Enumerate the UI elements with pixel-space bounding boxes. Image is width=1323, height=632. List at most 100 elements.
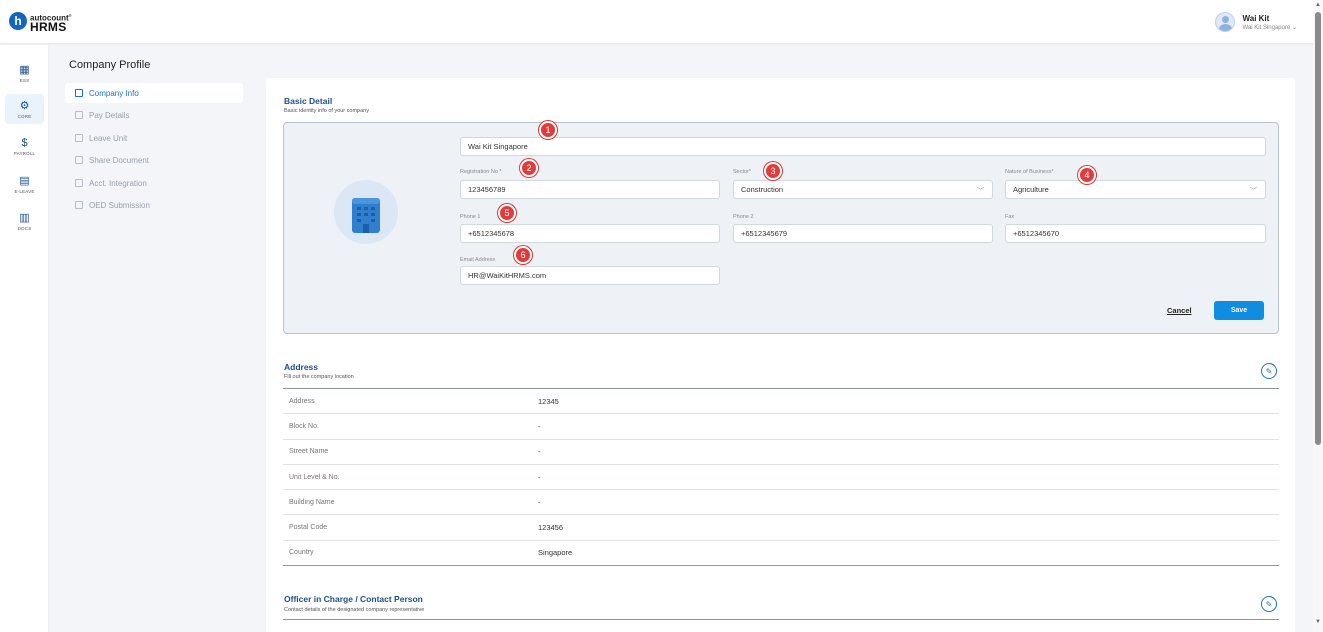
address-table: Address 12345 Block No. - Street Name - …	[283, 388, 1279, 567]
subnav-acct-integration[interactable]: Acct. Integration	[65, 173, 243, 193]
scrollbar[interactable]: ▲ ▼	[1313, 0, 1323, 632]
table-row: Unit Level & No. -	[283, 465, 1279, 491]
divider	[283, 619, 1279, 620]
sector-label: Sector*	[733, 169, 752, 175]
sector-select[interactable]: Construction ﹀	[733, 180, 993, 199]
address-row-value: -	[538, 497, 541, 507]
pay-icon	[75, 111, 83, 119]
basic-detail-title: Basic Detail	[284, 96, 333, 106]
logo-registered-mark: ®	[68, 13, 72, 18]
subnav-label: Company Info	[89, 88, 139, 98]
address-row-value: 123456	[538, 523, 564, 533]
edit-address-button[interactable]: ✎	[1261, 363, 1277, 379]
subnav-pay-details[interactable]: Pay Details	[65, 105, 243, 125]
nav-core[interactable]: ⚙ CORE	[5, 94, 44, 124]
share-icon	[75, 156, 83, 164]
document-icon: ▥	[19, 211, 30, 224]
app-logo[interactable]: h autocount® HRMS	[9, 11, 72, 34]
nav-label: PAYROLL	[13, 150, 36, 156]
leave-icon	[75, 134, 83, 142]
integration-icon	[75, 179, 83, 187]
edit-officer-button[interactable]: ✎	[1261, 596, 1277, 612]
registration-no-input[interactable]: 123456789	[460, 180, 720, 199]
annotation-marker-3: 3	[764, 162, 782, 180]
phone2-label: Phone 2	[733, 214, 754, 220]
address-row-value: -	[538, 447, 541, 457]
nav-docs[interactable]: ▥ DOCS	[5, 206, 44, 236]
table-row: Country Singapore	[283, 541, 1279, 567]
nav-label: ESS	[19, 77, 30, 83]
address-row-label: Postal Code	[289, 524, 328, 532]
subnav-share-document[interactable]: Share Document	[65, 150, 243, 170]
nature-of-business-label: Nature of Business*	[1005, 169, 1054, 175]
company-name-input[interactable]: Wai Kit Singapore	[460, 137, 1266, 156]
company-logo[interactable]	[334, 180, 398, 244]
page-title: Company Profile	[69, 59, 151, 71]
scroll-down-icon[interactable]: ▼	[1315, 619, 1321, 625]
submission-icon	[75, 201, 83, 209]
top-bar: h autocount® HRMS Wai Kit Wai Kit Singap…	[0, 0, 1313, 44]
core-icon: ⚙	[19, 99, 30, 112]
module-sidebar: ▦ ESS ⚙ CORE $ PAYROLL ▤ E-LEAVE ▥ DOCS	[0, 45, 49, 632]
subnav-label: Acct. Integration	[89, 178, 147, 188]
save-button[interactable]: Save	[1214, 301, 1264, 320]
building-icon	[352, 198, 380, 233]
chevron-down-icon: ﹀	[1250, 188, 1257, 195]
subnav-label: Pay Details	[89, 110, 130, 120]
annotation-marker-4: 4	[1078, 166, 1096, 184]
basic-detail-subtitle: Basic identity info of your company	[284, 108, 369, 114]
table-row: Postal Code 123456	[283, 515, 1279, 541]
user-menu[interactable]: Wai Kit Wai Kit Singapore ⌄	[1214, 12, 1298, 32]
subnav-oed-submission[interactable]: OED Submission	[65, 195, 243, 215]
chevron-down-icon: ﹀	[977, 188, 984, 195]
ess-icon: ▦	[19, 63, 30, 76]
subnav-label: Share Document	[89, 155, 150, 165]
address-subtitle: Fill out the company location	[284, 374, 354, 380]
pencil-icon: ✎	[1265, 599, 1273, 609]
annotation-marker-5: 5	[498, 204, 516, 222]
subnav-label: Leave Unit	[89, 133, 128, 143]
company-icon	[75, 89, 83, 97]
scroll-up-icon[interactable]: ▲	[1315, 2, 1321, 8]
annotation-marker-2: 2	[520, 159, 538, 177]
subnav-company-info[interactable]: Company Info	[65, 83, 243, 103]
table-row: Building Name -	[283, 490, 1279, 516]
phone2-input[interactable]: +6512345679	[733, 224, 993, 243]
pencil-icon: ✎	[1265, 366, 1273, 376]
address-row-label: Country	[289, 549, 314, 557]
address-title: Address	[284, 362, 319, 372]
nav-ess[interactable]: ▦ ESS	[5, 58, 44, 88]
logo-mark: h	[9, 12, 27, 31]
table-row: Block No. -	[283, 414, 1279, 440]
table-row: Street Name -	[283, 440, 1279, 465]
nav-e-leave[interactable]: ▤ E-LEAVE	[5, 169, 44, 199]
cancel-button[interactable]: Cancel	[1167, 306, 1192, 315]
nav-label: E-LEAVE	[14, 188, 35, 194]
avatar[interactable]	[1214, 12, 1235, 32]
address-row-label: Building Name	[289, 498, 335, 506]
section-sidebar: Company Profile Company Info Pay Details…	[49, 45, 252, 632]
nature-of-business-select[interactable]: Agriculture ﹀	[1005, 180, 1266, 199]
officer-subtitle: Contact details of the designated compan…	[284, 607, 425, 613]
email-label: Email Address	[460, 257, 496, 263]
logo-brand-bottom: HRMS	[30, 19, 67, 34]
subnav-leave-unit[interactable]: Leave Unit	[65, 128, 243, 148]
calendar-icon: ▤	[19, 174, 30, 187]
address-row-label: Street Name	[289, 448, 329, 456]
address-row-value: -	[538, 472, 541, 482]
table-row: Address 12345	[283, 389, 1279, 415]
user-company[interactable]: Wai Kit Singapore ⌄	[1243, 24, 1298, 31]
nav-payroll[interactable]: $ PAYROLL	[5, 131, 44, 161]
nature-of-business-value: Agriculture	[1013, 185, 1049, 194]
fax-input[interactable]: +6512345670	[1005, 224, 1266, 243]
phone1-input[interactable]: +6512345678	[460, 224, 720, 243]
nav-label: DOCS	[17, 225, 32, 231]
scrollbar-thumb[interactable]	[1315, 12, 1321, 445]
phone1-label: Phone 1	[460, 214, 481, 220]
annotation-marker-1: 1	[539, 121, 557, 139]
payroll-icon: $	[21, 136, 28, 149]
email-input[interactable]: HR@WaiKitHRMS.com	[460, 266, 720, 285]
fax-label: Fax	[1005, 214, 1015, 220]
sector-value: Construction	[741, 185, 784, 194]
user-name: Wai Kit	[1242, 13, 1270, 23]
